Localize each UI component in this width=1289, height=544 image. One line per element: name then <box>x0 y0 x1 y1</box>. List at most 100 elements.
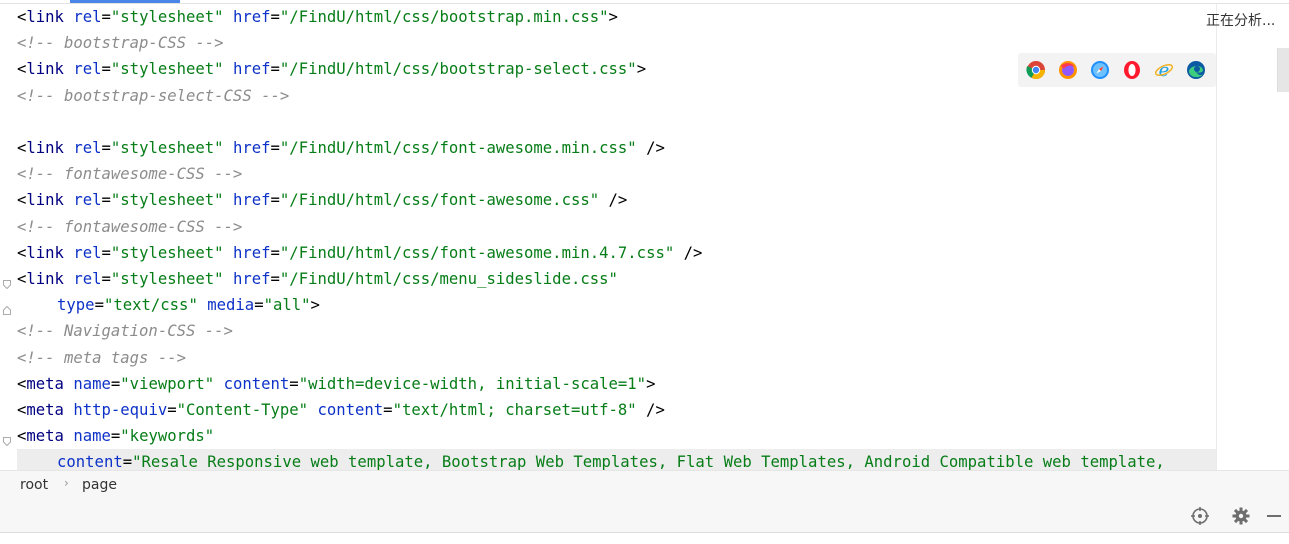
token-eq: = <box>289 374 299 393</box>
code-line[interactable]: <link rel="stylesheet" href="/FindU/html… <box>17 187 627 213</box>
code-comment-line[interactable]: <!-- meta tags --> <box>17 345 186 371</box>
token-str: "stylesheet" <box>110 8 233 26</box>
token-str: "text/css" <box>103 296 208 315</box>
token-eq: = <box>122 453 133 470</box>
token-str: "text/html; charset=utf-8" <box>392 401 637 419</box>
token-eq: = <box>94 296 104 315</box>
token-at: rel <box>73 243 102 262</box>
token-str: "stylesheet" <box>110 191 233 210</box>
token-eq: = <box>167 401 177 419</box>
token-str: "stylesheet" <box>110 60 233 79</box>
code-comment-line[interactable]: <!-- bootstrap-select-CSS --> <box>17 83 289 109</box>
token-t: < <box>17 139 27 157</box>
token-at: content <box>57 453 123 470</box>
token-t: < <box>17 191 27 210</box>
breadcrumb: root › page <box>0 470 1289 500</box>
bottom-panel-edge <box>0 533 1289 544</box>
code-comment-line[interactable]: <!-- fontawesome-CSS --> <box>17 214 242 240</box>
code-line[interactable]: <meta name="keywords" <box>17 423 214 449</box>
token-t: > <box>636 60 647 79</box>
token-str: "width=device-width, initial-scale=1" <box>298 374 647 393</box>
token-eq: = <box>101 243 111 262</box>
opera-icon[interactable] <box>1120 58 1144 82</box>
code-line[interactable]: <link rel="stylesheet" href="/FindU/html… <box>17 266 618 292</box>
fold-close-icon[interactable] <box>3 300 11 316</box>
token-eq: = <box>254 296 264 315</box>
token-t: < <box>17 243 27 262</box>
minimize-icon[interactable] <box>1264 506 1284 526</box>
token-tag: link <box>26 243 74 262</box>
token-at: name <box>73 374 111 393</box>
edge-icon[interactable] <box>1184 58 1208 82</box>
analysis-status: 正在分析... <box>1206 13 1276 29</box>
code-line[interactable]: <link rel="stylesheet" href="/FindU/html… <box>17 56 646 82</box>
token-t: /> <box>636 401 665 419</box>
chevron-right-icon: › <box>64 476 69 490</box>
token-eq: = <box>270 60 280 79</box>
code-comment-line[interactable]: <!-- Navigation-CSS --> <box>17 318 233 344</box>
token-eq: = <box>101 8 111 26</box>
breadcrumb-item-page[interactable]: page <box>82 477 117 493</box>
code-line[interactable]: <meta http-equiv="Content-Type" content=… <box>17 397 665 423</box>
token-at: rel <box>73 191 102 210</box>
token-eq: = <box>270 270 280 288</box>
token-at: href <box>232 191 271 210</box>
svg-text:e: e <box>1159 60 1170 80</box>
token-tag: meta <box>26 374 74 393</box>
token-at: name <box>73 427 111 446</box>
code-line[interactable]: <link rel="stylesheet" href="/FindU/html… <box>17 135 665 161</box>
target-icon[interactable] <box>1190 506 1210 526</box>
tool-window-toolbar <box>0 499 1289 533</box>
token-at: rel <box>73 60 102 79</box>
fold-open-icon[interactable] <box>3 431 11 447</box>
firefox-icon[interactable] <box>1056 58 1080 82</box>
token-t: > <box>646 374 656 393</box>
token-str: "/FindU/html/css/bootstrap-select.css" <box>279 60 637 79</box>
chrome-icon[interactable] <box>1024 58 1048 82</box>
token-t: < <box>17 401 27 419</box>
comment-text: <!-- bootstrap-select-CSS --> <box>17 86 290 105</box>
token-tag: link <box>26 60 74 79</box>
code-comment-line[interactable]: <!-- fontawesome-CSS --> <box>17 161 242 187</box>
token-t: < <box>17 270 27 288</box>
code-line[interactable]: <link rel="stylesheet" href="/FindU/html… <box>17 240 702 266</box>
token-at: href <box>232 60 271 79</box>
fold-open-icon[interactable] <box>3 274 11 290</box>
comment-text: <!-- Navigation-CSS --> <box>17 322 233 341</box>
token-str: "Resale Responsive web template, Bootstr… <box>132 453 1165 470</box>
token-str: "/FindU/html/css/font-awesome.min.4.7.cs… <box>279 243 675 262</box>
gear-icon[interactable] <box>1231 506 1251 526</box>
code-comment-line[interactable]: <!-- bootstrap-CSS --> <box>17 30 224 56</box>
token-t: < <box>17 8 27 26</box>
breadcrumb-item-root[interactable]: root <box>20 477 48 493</box>
safari-icon[interactable] <box>1088 58 1112 82</box>
open-in-browser-toolbar: e <box>1018 53 1216 87</box>
token-t: /> <box>636 139 665 157</box>
token-str: "/FindU/html/css/font-awesome.css" <box>279 191 600 210</box>
token-str: "keywords" <box>120 427 215 446</box>
token-str: "stylesheet" <box>110 243 233 262</box>
token-eq: = <box>101 60 111 79</box>
token-t: < <box>17 60 27 79</box>
token-str: "/FindU/html/css/bootstrap.min.css" <box>279 8 609 26</box>
token-t: < <box>17 374 27 393</box>
code-line[interactable]: type="text/css" media="all"> <box>17 292 320 318</box>
ie-icon[interactable]: e <box>1152 58 1176 82</box>
token-at: rel <box>73 8 102 26</box>
token-eq: = <box>101 139 111 157</box>
code-line[interactable]: content="Resale Responsive web template,… <box>17 449 1216 470</box>
editor-scrollbar-thumb[interactable] <box>1277 48 1289 92</box>
active-tab-indicator[interactable] <box>70 0 180 3</box>
code-line[interactable]: <meta name="viewport" content="width=dev… <box>17 371 655 397</box>
token-t: /> <box>599 191 628 210</box>
token-eq: = <box>101 191 111 210</box>
token-str: "/FindU/html/css/font-awesome.min.css" <box>279 139 637 157</box>
token-t: > <box>310 296 320 315</box>
code-line[interactable]: <link rel="stylesheet" href="/FindU/html… <box>17 4 618 30</box>
token-tag: meta <box>26 401 74 419</box>
token-tag: link <box>26 139 74 157</box>
token-str: "stylesheet" <box>110 139 233 157</box>
comment-text: <!-- fontawesome-CSS --> <box>17 165 243 184</box>
token-eq: = <box>270 8 280 26</box>
token-at: href <box>232 270 271 288</box>
